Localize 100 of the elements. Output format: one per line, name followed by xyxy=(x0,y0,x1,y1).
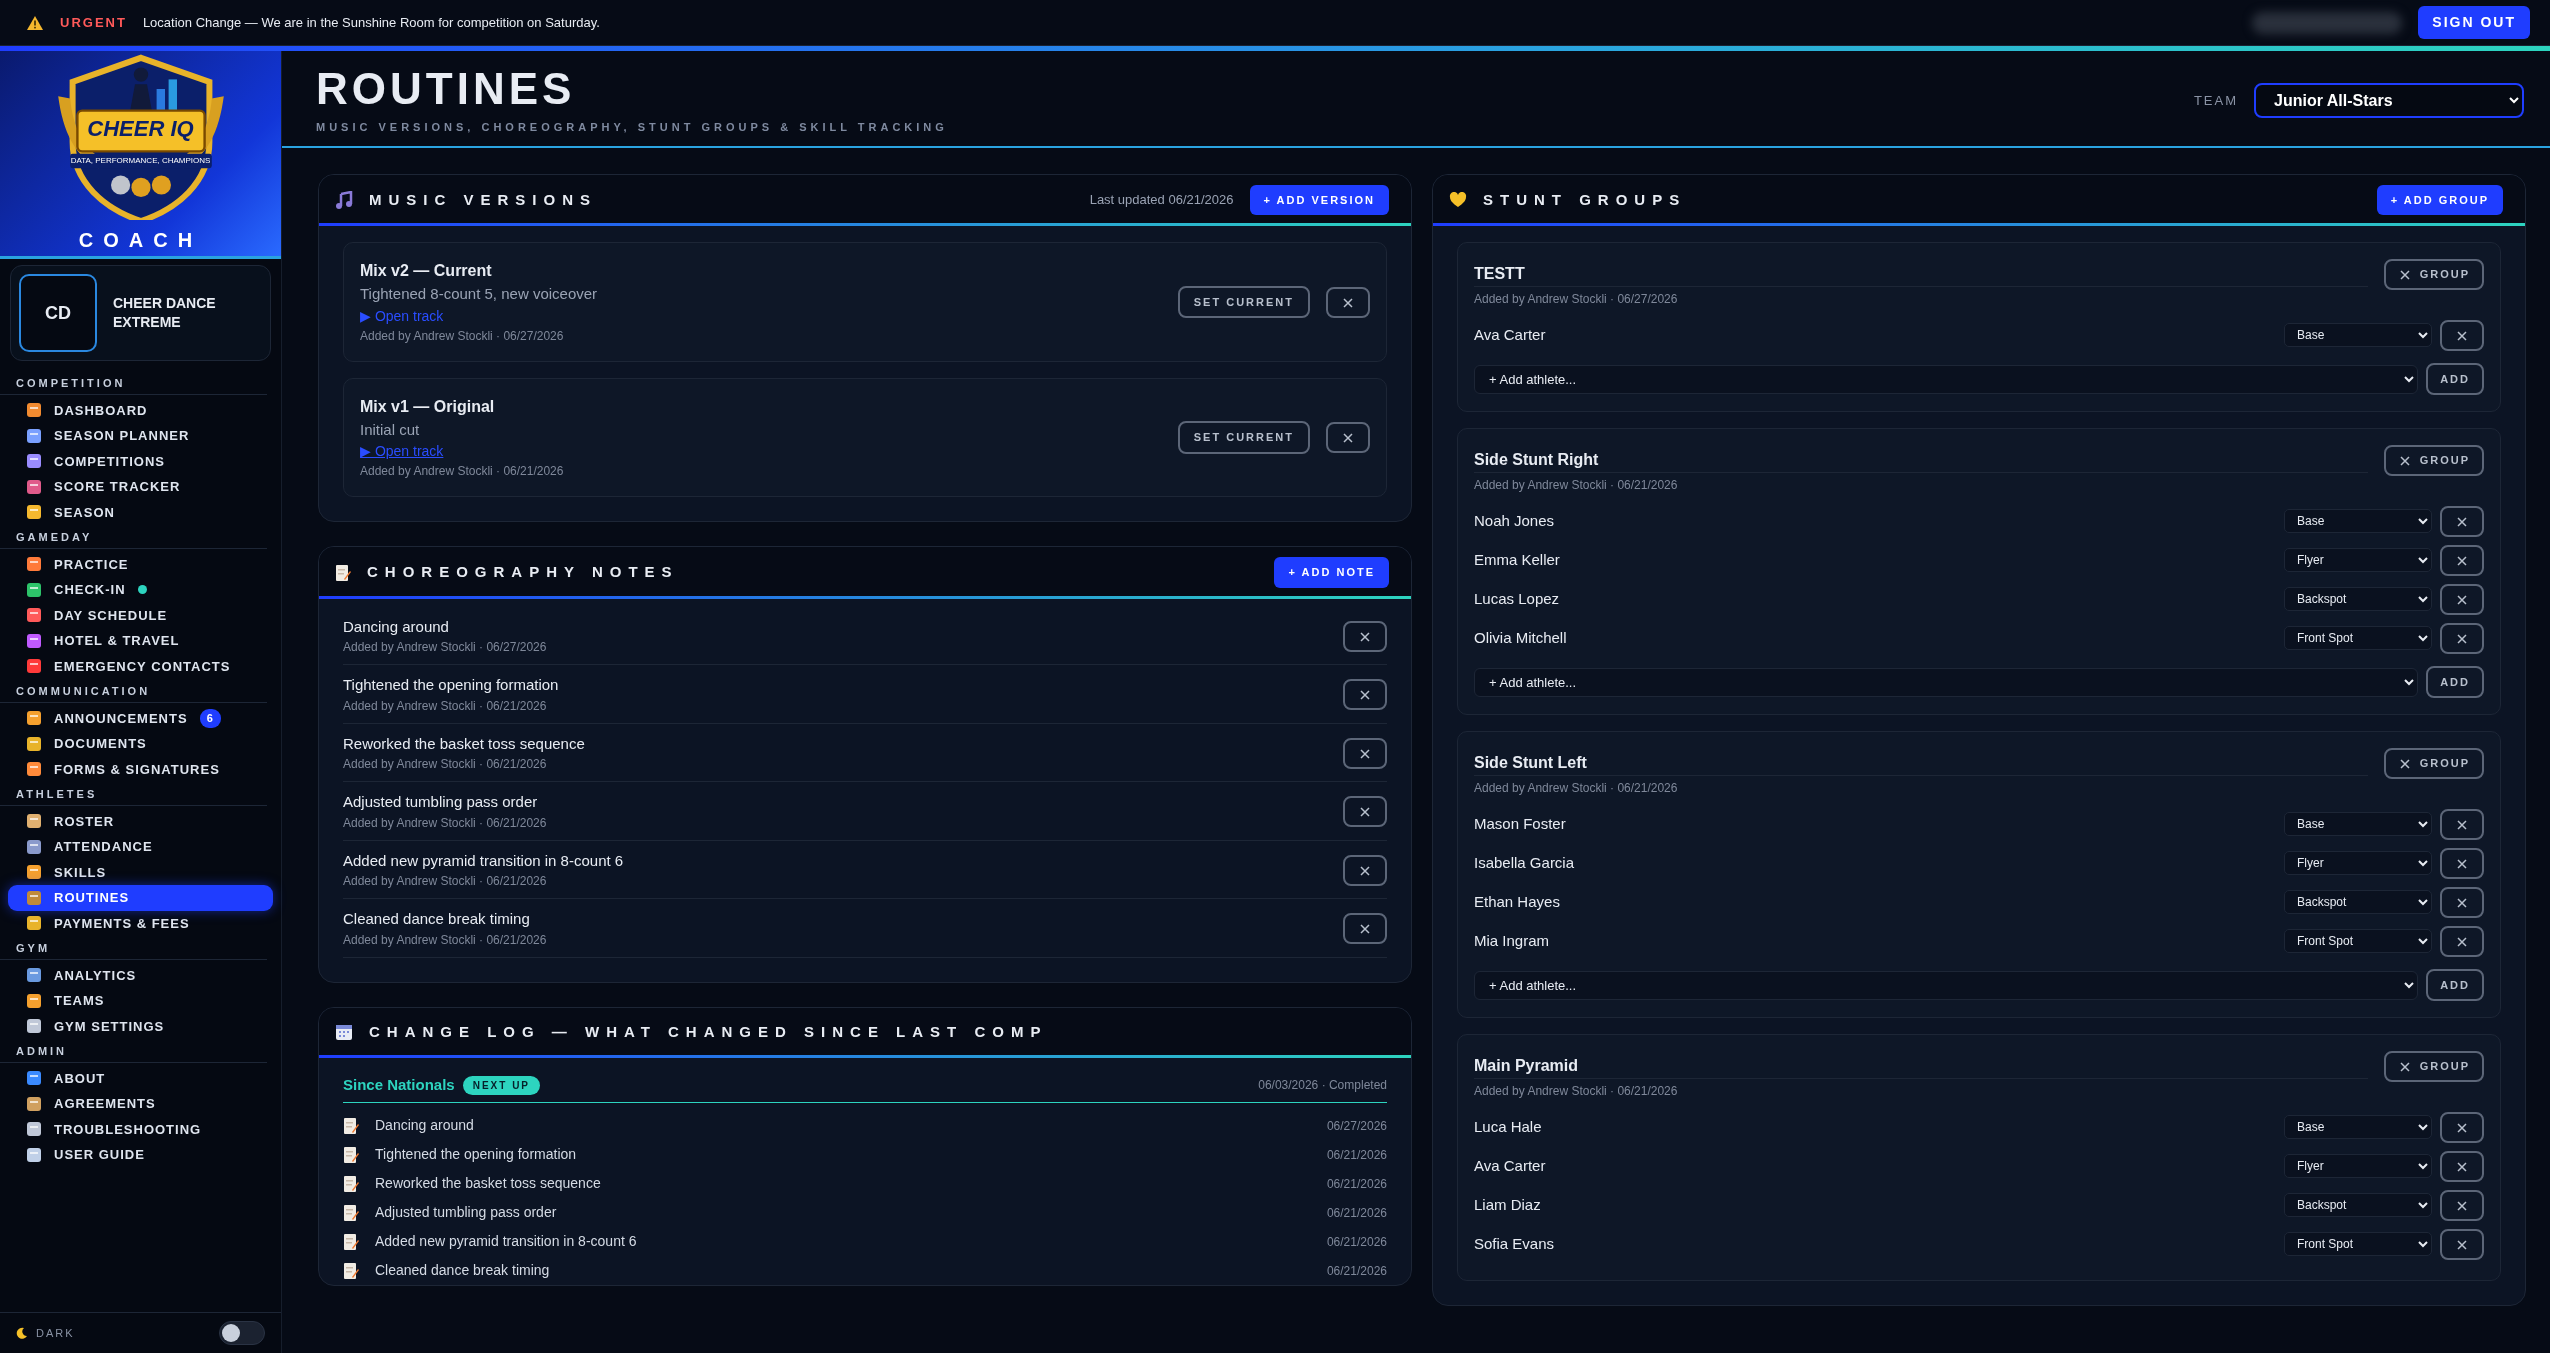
remove-button[interactable] xyxy=(1326,422,1370,454)
remove-button[interactable] xyxy=(1343,796,1387,828)
nav-item[interactable]: COMPETITIONS xyxy=(8,448,273,474)
remove-button[interactable] xyxy=(2440,886,2484,918)
nav-item[interactable]: DASHBOARD xyxy=(8,397,273,423)
change-date: 06/21/2026 xyxy=(1326,1146,1387,1164)
nav-item[interactable]: ANNOUNCEMENTS 6 xyxy=(8,705,273,731)
role-select[interactable]: Front Spot xyxy=(2284,929,2432,954)
square-icon xyxy=(26,889,42,906)
sign-out-button[interactable]: SIGN OUT xyxy=(2418,6,2530,39)
role-select[interactable]: Front Spot xyxy=(2284,626,2432,651)
remove-button[interactable] xyxy=(1326,286,1370,318)
remove-group-button[interactable]: GROUP xyxy=(2383,1051,2484,1082)
set-current-button[interactable]: SET CURRENT xyxy=(1177,421,1310,454)
nav-item[interactable]: SEASON PLANNER xyxy=(8,423,273,449)
athlete-name: Olivia Mitchell xyxy=(1474,628,1568,649)
square-icon xyxy=(26,761,42,778)
added-by-text: Added by Andrew Stockli · 06/21/2026 xyxy=(343,814,548,832)
change-date: 06/21/2026 xyxy=(1326,1262,1387,1280)
gym-name: CHEER DANCE EXTREME xyxy=(113,294,217,332)
remove-button[interactable] xyxy=(2440,1189,2484,1221)
nav-item[interactable]: ANALYTICS xyxy=(8,962,273,988)
remove-group-button[interactable]: GROUP xyxy=(2383,445,2484,476)
role-select[interactable]: Base xyxy=(2284,509,2432,534)
remove-button[interactable] xyxy=(2440,1228,2484,1260)
role-select[interactable]: Flyer xyxy=(2284,851,2432,876)
note-text: Reworked the basket toss sequence xyxy=(343,733,586,754)
add-athlete-select[interactable]: + Add athlete... xyxy=(1474,667,2419,697)
nav-item[interactable]: TROUBLESHOOTING xyxy=(8,1116,273,1142)
remove-button[interactable] xyxy=(2440,544,2484,576)
calendar-icon xyxy=(335,1023,353,1042)
nav-item[interactable]: SCORE TRACKER xyxy=(8,474,273,500)
note-text: Dancing around xyxy=(343,616,450,637)
nav-item[interactable]: USER GUIDE xyxy=(8,1142,273,1168)
remove-button[interactable] xyxy=(2440,808,2484,840)
theme-toggle[interactable] xyxy=(219,1321,265,1345)
nav-item[interactable]: HOTEL & TRAVEL xyxy=(8,628,273,654)
remove-button[interactable] xyxy=(2440,847,2484,879)
nav-item[interactable]: CHECK-IN xyxy=(8,577,273,603)
nav-item[interactable]: FORMS & SIGNATURES xyxy=(8,756,273,782)
remove-button[interactable] xyxy=(1343,679,1387,711)
add-athlete-select[interactable]: + Add athlete... xyxy=(1474,364,2419,394)
nav-item[interactable]: DAY SCHEDULE xyxy=(8,602,273,628)
remove-button[interactable] xyxy=(2440,1150,2484,1182)
remove-group-button[interactable]: GROUP xyxy=(2383,748,2484,779)
remove-button[interactable] xyxy=(2440,319,2484,351)
remove-button[interactable] xyxy=(2440,925,2484,957)
athlete-name: Ava Carter xyxy=(1474,325,1547,346)
remove-button[interactable] xyxy=(2440,622,2484,654)
nav-item[interactable]: AGREEMENTS xyxy=(8,1091,273,1117)
nav-item[interactable]: ROUTINES xyxy=(8,885,273,911)
add-athlete-select[interactable]: + Add athlete... xyxy=(1474,970,2419,1000)
role-select[interactable]: Base xyxy=(2284,323,2432,348)
role-select[interactable]: Base xyxy=(2284,1115,2432,1140)
nav-item[interactable]: PRACTICE xyxy=(8,551,273,577)
nav-item[interactable]: PAYMENTS & FEES xyxy=(8,910,273,936)
nav-item[interactable]: SKILLS xyxy=(8,859,273,885)
panel-title: MUSIC VERSIONS xyxy=(369,189,599,210)
add-note-button[interactable]: + ADD NOTE xyxy=(1274,557,1389,588)
remove-button[interactable] xyxy=(1343,737,1387,769)
square-icon xyxy=(26,735,42,752)
role-select[interactable]: Flyer xyxy=(2284,548,2432,573)
nav-section-heading: COMMUNICATION xyxy=(0,679,267,703)
remove-button[interactable] xyxy=(2440,1111,2484,1143)
added-by-text: Added by Andrew Stockli · 06/21/2026 xyxy=(343,756,548,774)
added-by-text: Added by Andrew Stockli · 06/27/2026 xyxy=(343,639,548,657)
add-button[interactable]: ADD xyxy=(2426,362,2484,396)
add-version-button[interactable]: + ADD VERSION xyxy=(1249,184,1389,216)
remove-button[interactable] xyxy=(1343,620,1387,652)
remove-button[interactable] xyxy=(1343,854,1387,886)
role-select[interactable]: Base xyxy=(2284,812,2432,837)
nav-item[interactable]: ATTENDANCE xyxy=(8,834,273,860)
nav-item[interactable]: SEASON xyxy=(8,499,273,525)
role-select[interactable]: Backspot xyxy=(2284,587,2432,612)
nav-item[interactable]: ROSTER xyxy=(8,808,273,834)
remove-group-button[interactable]: GROUP xyxy=(2383,259,2484,290)
role-select[interactable]: Backspot xyxy=(2284,1193,2432,1218)
add-button[interactable]: ADD xyxy=(2426,665,2484,699)
added-by-text: Added by Andrew Stockli · 06/21/2026 xyxy=(1474,1082,1679,1100)
set-current-button[interactable]: SET CURRENT xyxy=(1177,285,1310,319)
remove-button[interactable] xyxy=(2440,505,2484,537)
remove-button[interactable] xyxy=(1343,913,1387,945)
nav-item[interactable]: GYM SETTINGS xyxy=(8,1013,273,1039)
nav-item[interactable]: DOCUMENTS xyxy=(8,731,273,757)
square-icon xyxy=(26,1095,42,1112)
add-button[interactable]: ADD xyxy=(2426,968,2484,1002)
nav-item[interactable]: ABOUT xyxy=(8,1065,273,1091)
role-select[interactable]: Flyer xyxy=(2284,1154,2432,1179)
memo-icon xyxy=(343,1145,359,1164)
nav-item[interactable]: EMERGENCY CONTACTS xyxy=(8,653,273,679)
square-icon xyxy=(26,1018,42,1035)
team-select[interactable]: Junior All-Stars xyxy=(2254,82,2524,118)
add-group-button[interactable]: + ADD GROUP xyxy=(2376,184,2503,216)
role-select[interactable]: Backspot xyxy=(2284,890,2432,915)
added-by-text: Added by Andrew Stockli · 06/21/2026 xyxy=(343,873,548,891)
change-text: Added new pyramid transition in 8-count 6 xyxy=(375,1232,638,1252)
athlete-name: Ava Carter xyxy=(1474,1156,1547,1177)
role-select[interactable]: Front Spot xyxy=(2284,1232,2432,1257)
nav-item[interactable]: TEAMS xyxy=(8,988,273,1014)
remove-button[interactable] xyxy=(2440,583,2484,615)
